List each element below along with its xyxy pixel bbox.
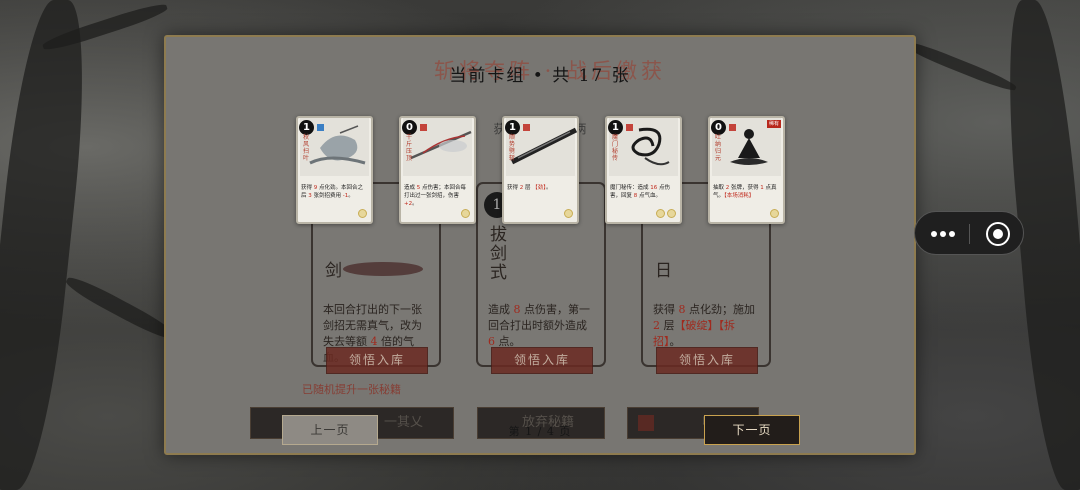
more-options-icon[interactable] <box>931 228 955 240</box>
deck-card[interactable]: 1 秋风扫叶 获得 9 点化劲。本回合之后 3 张剑招费用 -1。 <box>296 116 373 224</box>
card-title: 日 <box>655 261 672 281</box>
coin-icon <box>656 209 665 218</box>
coin-icon <box>770 209 779 218</box>
tree-trunk-left <box>0 0 96 490</box>
card-description: 造成 5 点伤害；本回合每打出过一张剑招，伤害 +2。 <box>404 185 466 207</box>
deck-title: 当前卡组 • 共 17 张 <box>449 66 631 86</box>
card-name: 顺势劈斩 <box>509 134 516 162</box>
deck-card[interactable]: 0 千斤压顶 造成 5 点伤害；本回合每打出过一张剑招，伤害 +2。 <box>399 116 476 224</box>
rarity-badge: 稀有 <box>767 120 781 128</box>
card-name: 吐纳归元 <box>715 134 722 162</box>
page-indicator: 第 1 / 4 页 <box>508 425 572 438</box>
deck-card[interactable]: 1 魔门秘传 魔门秘传：造成 16 点伤害，回复 8 点气血。 <box>605 116 682 224</box>
learn-button: 领悟入库 <box>656 347 758 374</box>
card-name: 魔门秘传 <box>612 134 619 162</box>
card-description: 获得 9 点化劲。本回合之后 3 张剑招费用 -1。 <box>301 185 363 199</box>
card-cost: 1 <box>608 120 623 135</box>
card-description: 抽取 2 张牌，获得 1 点真气。【本场消耗】 <box>713 185 777 199</box>
card-type-tag <box>729 124 736 131</box>
card-title: 剑 <box>325 261 342 281</box>
card-name: 秋风扫叶 <box>303 134 310 162</box>
card-description: 获得 8 点化劲；施加 2 层【破绽】【拆招】。 <box>653 303 755 348</box>
card-title: 拔剑式 <box>490 225 507 283</box>
close-target-icon[interactable] <box>986 222 1010 246</box>
coin-icon <box>564 209 573 218</box>
card-cost: 0 <box>402 120 417 135</box>
capsule-divider <box>969 224 970 244</box>
next-page-button[interactable]: 下一页 <box>704 415 800 445</box>
learn-button: 领悟入库 <box>491 347 593 374</box>
coin-icon <box>461 209 470 218</box>
coin-icon <box>358 209 367 218</box>
card-name: 千斤压顶 <box>406 134 413 162</box>
deck-card[interactable]: 0 稀有 吐纳归元 抽取 2 张牌，获得 1 点真气。【本场消耗】 <box>708 116 785 224</box>
mini-program-capsule <box>914 211 1024 255</box>
card-type-tag <box>523 124 530 131</box>
card-cost: 1 <box>299 120 314 135</box>
card-type-tag <box>626 124 633 131</box>
tree-branch <box>902 37 1018 95</box>
card-type-tag <box>420 124 427 131</box>
deck-view-panel: 斩将夺阵 · 战后缴获 剑 本回合打出的下一张剑招无需真气，改为失去等额 4 倍… <box>164 35 916 455</box>
card-description: 获得 2 层 【劲】。 <box>507 185 552 191</box>
card-cost: 1 <box>505 120 520 135</box>
learn-button: 领悟入库 <box>326 347 428 374</box>
deck-card[interactable]: 1 顺势劈斩 获得 2 层 【劲】。 <box>502 116 579 224</box>
card-description: 造成 8 点伤害，第一回合打出时额外造成 6 点。 <box>488 303 590 348</box>
card-description: 魔门秘传：造成 16 点伤害，回复 8 点气血。 <box>610 185 670 199</box>
ink-splash-art <box>343 262 423 276</box>
upgrade-hint: 已随机提升一张秘籍 <box>302 383 401 396</box>
tree-branch <box>63 272 177 344</box>
card-cost: 0 <box>711 120 726 135</box>
coin-icon <box>667 209 676 218</box>
card-type-tag <box>317 124 324 131</box>
